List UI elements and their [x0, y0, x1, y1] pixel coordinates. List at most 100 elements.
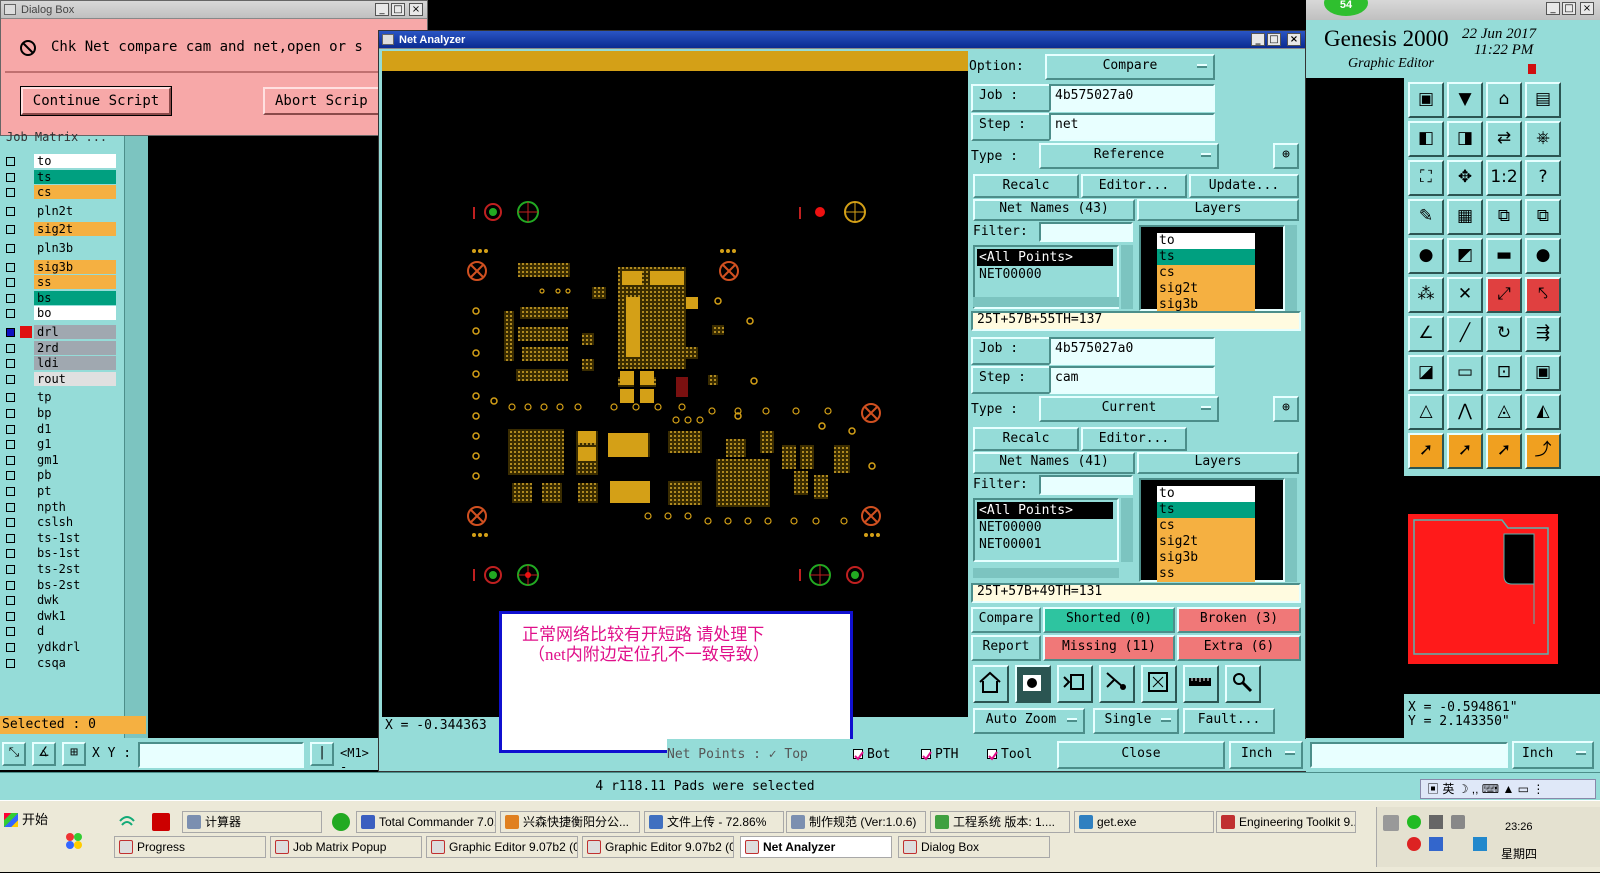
- layer-row[interactable]: ydkdrl: [4, 640, 116, 655]
- cur-layer-list[interactable]: to ts cs sig2t sig3b ss: [1139, 478, 1285, 582]
- layer-row[interactable]: ts-2st: [4, 562, 116, 577]
- cur-net-list-hscroll[interactable]: [973, 568, 1119, 578]
- ref-net-list-scrollbar[interactable]: [1121, 245, 1133, 309]
- layer-checkbox[interactable]: [6, 518, 15, 528]
- triangle-icon[interactable]: △: [1408, 394, 1444, 430]
- settings-tool-icon[interactable]: [1225, 665, 1261, 703]
- auto-zoom-select[interactable]: Auto Zoom: [973, 708, 1085, 734]
- minimize-button[interactable]: _: [1251, 33, 1265, 46]
- snap-icon[interactable]: ⎈: [1525, 121, 1561, 157]
- layer-checkbox[interactable]: [6, 658, 15, 668]
- ref-type-select[interactable]: Reference: [1039, 143, 1219, 169]
- ref-layer-item[interactable]: ts: [1157, 249, 1255, 265]
- layer-checkbox[interactable]: [6, 409, 15, 418]
- layer-row[interactable]: drl: [4, 325, 116, 340]
- tray-alert-icon[interactable]: [1407, 837, 1421, 851]
- layer-checkbox[interactable]: [6, 611, 15, 621]
- arc-icon[interactable]: ◬: [1486, 394, 1522, 430]
- maximize-button[interactable]: □: [1267, 33, 1281, 46]
- ref-recalc-button[interactable]: Recalc: [973, 174, 1079, 198]
- cur-type-select[interactable]: Current: [1039, 396, 1219, 422]
- extra-button[interactable]: Extra (6): [1177, 635, 1301, 661]
- keyboard-icon[interactable]: [1383, 815, 1399, 831]
- split-view-icon[interactable]: [1057, 665, 1093, 703]
- fit-all-icon[interactable]: ⊡: [1486, 355, 1522, 391]
- layer-checkbox[interactable]: [6, 262, 15, 272]
- tray-app-icon[interactable]: [1407, 815, 1421, 829]
- minimize-button[interactable]: _: [1546, 2, 1560, 15]
- camera-icon[interactable]: [1015, 665, 1051, 703]
- slash-icon[interactable]: ╱: [1447, 316, 1483, 352]
- mirror-icon[interactable]: ⇶: [1525, 316, 1561, 352]
- layer-row[interactable]: npth: [4, 499, 116, 515]
- layer-row[interactable]: tp: [4, 390, 116, 405]
- minimize-button[interactable]: _: [375, 3, 389, 16]
- measure-tool-icon[interactable]: ∡: [32, 742, 56, 766]
- broken-button[interactable]: Broken (3): [1177, 607, 1301, 633]
- info-icon[interactable]: |: [310, 742, 334, 766]
- copy-icon[interactable]: ▣: [1525, 355, 1561, 391]
- layer-checkbox[interactable]: [6, 374, 15, 384]
- layer-row[interactable]: sig3b: [4, 259, 116, 275]
- layer-checkbox[interactable]: [6, 206, 15, 216]
- layer-row[interactable]: ldi: [4, 356, 116, 371]
- dialog-box-titlebar[interactable]: Dialog Box _ □ ×: [1, 1, 427, 19]
- layer-row[interactable]: bs-2st: [4, 577, 116, 593]
- layer-checkbox[interactable]: [6, 455, 15, 465]
- xy-input[interactable]: [138, 742, 304, 768]
- ime-bar[interactable]: ▣ 英 ☽ ,, ⌨ ▲ ▭ ⋮: [1420, 779, 1596, 799]
- ref-step-field[interactable]: net: [1049, 113, 1215, 141]
- layer-checkbox[interactable]: [6, 471, 15, 481]
- ref-filter-input[interactable]: [1039, 222, 1133, 242]
- cur-layer-item[interactable]: cs: [1157, 518, 1255, 534]
- layer-checkbox[interactable]: [6, 549, 15, 559]
- open-step-icon[interactable]: ▣: [1408, 82, 1444, 118]
- layer-row[interactable]: 2rd: [4, 340, 116, 356]
- ref-editor-button[interactable]: Editor...: [1081, 174, 1187, 198]
- pth-checkbox[interactable]: [921, 749, 932, 761]
- ref-update-button[interactable]: Update...: [1189, 174, 1299, 198]
- move-left-icon[interactable]: ◧: [1408, 121, 1444, 157]
- grid-tool-icon[interactable]: ⊞: [62, 742, 86, 766]
- layer-checkbox[interactable]: [6, 343, 15, 353]
- layer-checkbox[interactable]: [6, 533, 15, 543]
- polygon-icon[interactable]: ◩: [1447, 238, 1483, 274]
- scale-icon[interactable]: 1:2: [1486, 160, 1522, 196]
- ruler-icon[interactable]: [1183, 665, 1219, 703]
- cur-step-field[interactable]: cam: [1049, 366, 1215, 394]
- circle-icon[interactable]: ●: [1525, 238, 1561, 274]
- layer-row[interactable]: d1: [4, 421, 116, 437]
- ref-layer-item[interactable]: to: [1157, 233, 1255, 249]
- layer-checkbox[interactable]: [6, 627, 15, 637]
- layer-list-scrollbar[interactable]: [124, 136, 148, 740]
- cur-editor-button[interactable]: Editor...: [1081, 427, 1187, 451]
- option-select[interactable]: Compare: [1045, 54, 1215, 80]
- layer-row[interactable]: g1: [4, 437, 116, 452]
- tray-shield-icon[interactable]: [1473, 837, 1487, 851]
- layer-row[interactable]: sig2t: [4, 222, 116, 237]
- close-button[interactable]: Close: [1057, 741, 1225, 769]
- continue-script-button[interactable]: Continue Script: [20, 86, 172, 116]
- layer-row[interactable]: dwk1: [4, 608, 116, 624]
- layer-checkbox[interactable]: [6, 565, 15, 574]
- ref-layer-list[interactable]: to ts cs sig2t sig3b: [1139, 225, 1285, 313]
- move-right-icon[interactable]: ◨: [1447, 121, 1483, 157]
- taskbar-button[interactable]: Net Analyzer: [740, 836, 892, 858]
- layer-row[interactable]: bs-1st: [4, 546, 116, 561]
- missing-button[interactable]: Missing (11): [1043, 635, 1175, 661]
- shorted-button[interactable]: Shorted (0): [1043, 607, 1175, 633]
- zoom-tool-icon[interactable]: ⤡: [2, 742, 26, 766]
- tray-volume-icon[interactable]: [1451, 815, 1465, 829]
- home-icon[interactable]: [973, 665, 1009, 703]
- grid-icon[interactable]: ▦: [1447, 199, 1483, 235]
- cur-recalc-button[interactable]: Recalc: [973, 427, 1079, 451]
- layer-row[interactable]: dwk: [4, 593, 116, 608]
- layer-row[interactable]: bs: [4, 290, 116, 306]
- help-icon[interactable]: ?: [1525, 160, 1561, 196]
- layer-row[interactable]: cs: [4, 185, 116, 200]
- layer-row[interactable]: bp: [4, 406, 116, 421]
- layer-checkbox[interactable]: [6, 596, 15, 606]
- layer-checkbox[interactable]: [6, 502, 15, 512]
- layer-checkbox[interactable]: [6, 309, 15, 319]
- segment-icon[interactable]: ▭: [1447, 355, 1483, 391]
